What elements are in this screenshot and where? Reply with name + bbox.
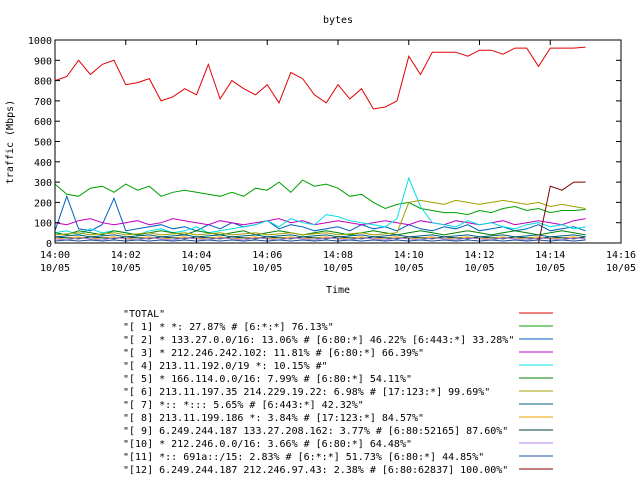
plot-frame bbox=[54, 39, 622, 244]
y-tick-label: 700 bbox=[34, 97, 52, 108]
legend-label: "[ 6] 213.11.197.35 214.229.19.22: 6.98%… bbox=[123, 387, 490, 398]
chart: bytes traffic (Mbps) Time 0 100 200 300 400 5… bbox=[5, 15, 636, 476]
x-tick-label-date: 10/05 bbox=[40, 263, 70, 274]
x-tick-label-time: 14:04 bbox=[181, 250, 211, 261]
x-tick-label-time: 14:08 bbox=[323, 250, 353, 261]
y-tick-label: 1000 bbox=[28, 36, 52, 47]
series-layer bbox=[54, 46, 586, 244]
legend-label: "[ 8] 213.11.199.186 *: 3.84% # [17:123:… bbox=[123, 413, 424, 424]
x-tick-label-date: 10/05 bbox=[606, 263, 636, 274]
legend-label: "[ 7] *:: *::: 5.65% # [6:443:*] 42.32%" bbox=[123, 400, 364, 411]
series-line-2 bbox=[54, 194, 586, 232]
x-axis-label: Time bbox=[326, 285, 350, 296]
x-tick-label-time: 14:02 bbox=[111, 250, 141, 261]
x-tick-label-date: 10/05 bbox=[394, 263, 424, 274]
x-tick-label-date: 10/05 bbox=[535, 263, 565, 274]
series-line-1 bbox=[54, 179, 586, 216]
legend-label: "[12] 6.249.244.187 212.246.97.43: 2.38%… bbox=[123, 465, 508, 476]
series-line-7 bbox=[54, 234, 586, 238]
series-line-4 bbox=[54, 176, 586, 236]
x-tick-label-date: 10/05 bbox=[323, 263, 353, 274]
x-tick-label-date: 10/05 bbox=[252, 263, 282, 274]
series-line-0 bbox=[54, 46, 586, 110]
x-tick-label-date: 10/05 bbox=[464, 263, 494, 274]
legend-label: "[ 9] 6.249.244.187 133.27.208.162: 3.77… bbox=[123, 426, 508, 437]
legend-label: "[ 4] 213.11.192.0/19 *: 10.15% #" bbox=[123, 361, 328, 372]
series-line-11 bbox=[54, 239, 586, 242]
y-tick-label: 300 bbox=[34, 178, 52, 189]
y-tick-label: 500 bbox=[34, 138, 52, 149]
legend-label: "[ 5] * 166.114.0.0/16: 7.99% # [6:80:*]… bbox=[123, 374, 412, 385]
x-tick-label-time: 14:12 bbox=[464, 250, 494, 261]
y-tick-label: 400 bbox=[34, 158, 52, 169]
legend-label: "[10] * 212.246.0.0/16: 3.66% # [6:80:*]… bbox=[123, 439, 412, 450]
x-tick-label-time: 14:16 bbox=[606, 250, 636, 261]
y-tick-label: 100 bbox=[34, 219, 52, 230]
legend-label: "[11] *:: 691a::/15: 2.83% # [6:*:*] 51.… bbox=[123, 452, 484, 463]
legend-label: "[ 3] * 212.246.242.102: 11.81% # [6:80:… bbox=[123, 348, 424, 359]
x-tick-label-time: 14:06 bbox=[252, 250, 282, 261]
x-tick-label-date: 10/05 bbox=[181, 263, 211, 274]
y-axis: 0 100 200 300 400 500 600 700 800 900 1000 bbox=[28, 36, 621, 250]
y-tick-label: 200 bbox=[34, 198, 52, 209]
x-tick-label-date: 10/05 bbox=[111, 263, 141, 274]
legend-label: "TOTAL" bbox=[123, 309, 165, 320]
x-tick-label-time: 14:00 bbox=[40, 250, 70, 261]
y-tick-label: 0 bbox=[46, 239, 52, 250]
x-tick-label-time: 14:14 bbox=[535, 250, 565, 261]
legend: "TOTAL" "[ 1] * *: 27.87% # [6:*:*] 76.13… bbox=[123, 309, 553, 476]
y-tick-label: 900 bbox=[34, 56, 52, 67]
chart-title: bytes bbox=[323, 15, 353, 26]
y-tick-label: 600 bbox=[34, 117, 52, 128]
x-tick-label-time: 14:10 bbox=[394, 250, 424, 261]
legend-label: "[ 1] * *: 27.87% # [6:*:*] 76.13%" bbox=[123, 322, 334, 333]
y-tick-label: 800 bbox=[34, 77, 52, 88]
y-axis-label: traffic (Mbps) bbox=[5, 100, 16, 184]
legend-label: "[ 2] * 133.27.0.0/16: 13.06% # [6:80:*]… bbox=[123, 335, 514, 346]
